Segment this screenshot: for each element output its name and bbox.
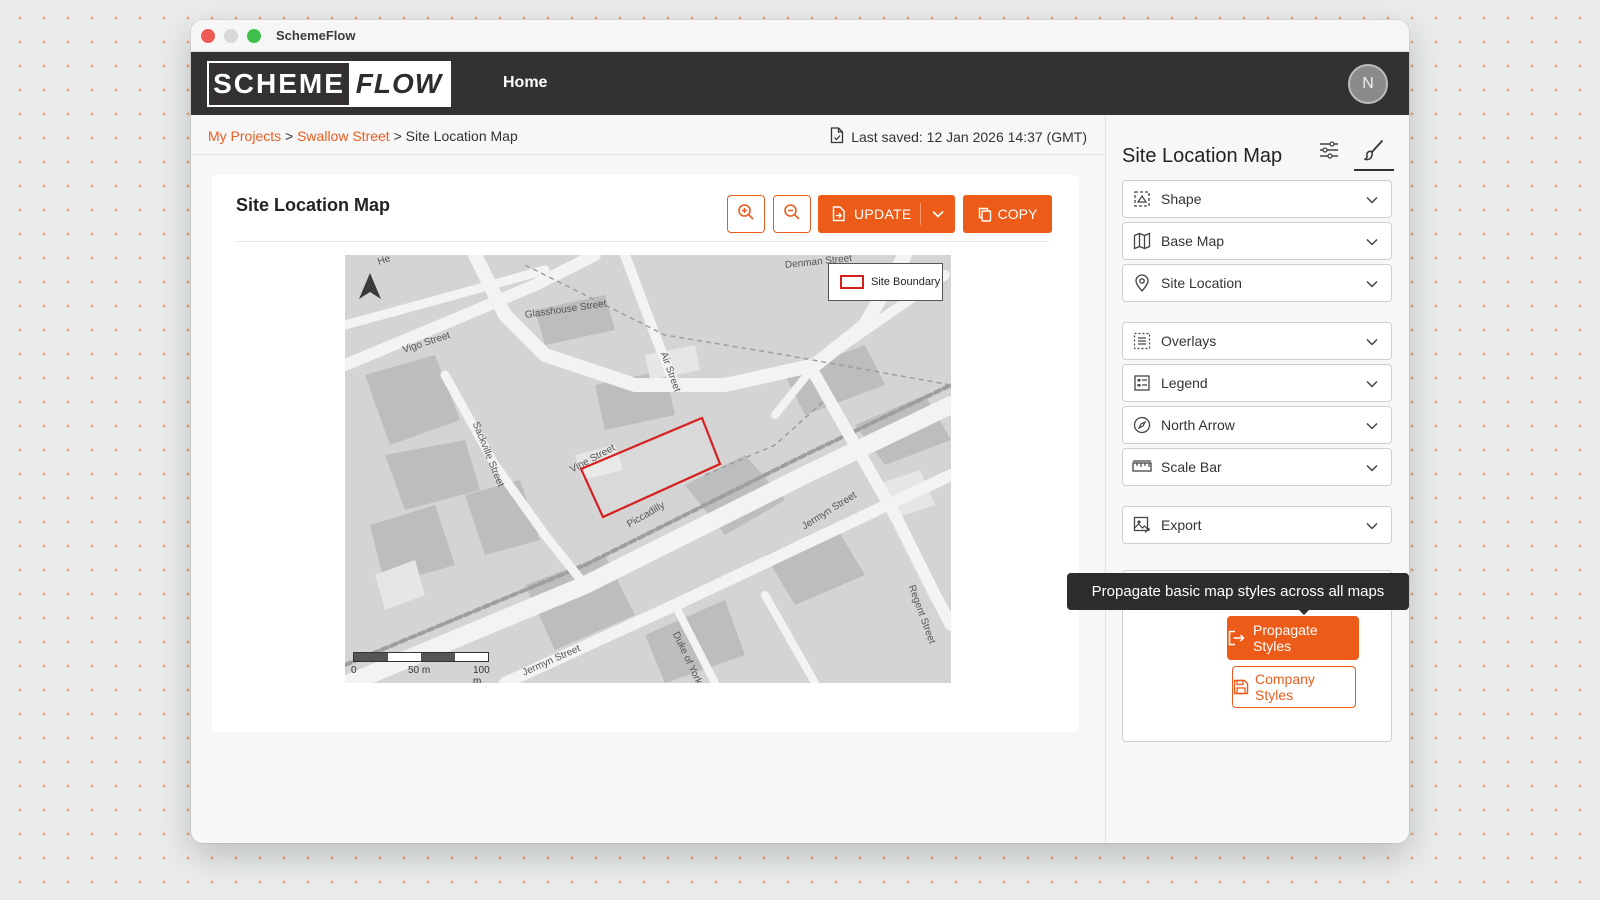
accordion-legend[interactable]: Legend [1122, 364, 1392, 402]
user-avatar[interactable]: N [1348, 64, 1388, 104]
accordion-scale-bar[interactable]: Scale Bar [1122, 448, 1392, 486]
chevron-down-icon [1365, 277, 1379, 296]
scale-label-0: 0 [351, 665, 357, 676]
nav-home-link[interactable]: Home [503, 74, 547, 92]
propagate-icon [1227, 630, 1245, 646]
accordion-shape[interactable]: Shape [1122, 180, 1392, 218]
ruler-icon [1132, 457, 1152, 477]
tooltip-arrow [1298, 609, 1310, 615]
sliders-icon [1319, 140, 1339, 164]
company-styles-button[interactable]: Company Styles [1232, 666, 1356, 708]
accordion-site-location[interactable]: Site Location [1122, 264, 1392, 302]
accordion-label: Export [1161, 517, 1202, 533]
propagate-styles-button[interactable]: Propagate Styles [1227, 616, 1359, 660]
app-window: SchemeFlow SCHEME FLOW Home N My Project… [191, 20, 1409, 843]
last-saved-text: Last saved: 12 Jan 2026 14:37 (GMT) [851, 129, 1087, 145]
site-boundary-swatch [840, 275, 864, 289]
map-base-layer [345, 255, 951, 683]
image-export-icon [1132, 515, 1152, 535]
accordion-overlays[interactable]: Overlays [1122, 322, 1392, 360]
maximize-window-button[interactable] [247, 29, 261, 43]
compass-icon [1132, 415, 1152, 435]
chevron-down-icon [1365, 461, 1379, 480]
title-bar: SchemeFlow [191, 20, 1409, 52]
breadcrumb-my-projects[interactable]: My Projects [208, 128, 281, 144]
scale-bar: 0 50 m 100 m [351, 652, 493, 683]
breadcrumb-separator: > [393, 128, 402, 144]
company-styles-label: Company Styles [1255, 671, 1315, 703]
document-icon [830, 127, 844, 147]
last-saved-status: Last saved: 12 Jan 2026 14:37 (GMT) [830, 127, 1087, 147]
scale-label-50: 50 m [408, 665, 431, 676]
update-button-divider [920, 203, 921, 225]
panel-title: Site Location Map [1122, 145, 1283, 167]
copy-button[interactable]: COPY [963, 195, 1052, 233]
accordion-label: Scale Bar [1161, 459, 1222, 475]
copy-icon [978, 207, 992, 222]
breadcrumb-swallow-street[interactable]: Swallow Street [297, 128, 390, 144]
propagate-styles-label: Propagate Styles [1253, 622, 1318, 654]
propagate-styles-tooltip: Propagate basic map styles across all ma… [1067, 573, 1409, 610]
chevron-down-icon [1365, 519, 1379, 538]
location-pin-icon [1132, 273, 1152, 293]
breadcrumb-current: Site Location Map [405, 128, 518, 144]
file-export-icon [832, 206, 846, 222]
logo-text-scheme: SCHEME [209, 63, 349, 105]
save-icon [1233, 679, 1249, 695]
update-button-label: UPDATE [854, 206, 912, 222]
window-title: SchemeFlow [276, 28, 356, 43]
map-icon [1132, 231, 1152, 251]
minimize-window-button[interactable] [224, 29, 238, 43]
accordion-label: Legend [1161, 375, 1208, 391]
scale-label-100: 100 m [473, 665, 490, 683]
styles-tab[interactable] [1354, 135, 1394, 171]
chevron-down-icon [1365, 377, 1379, 396]
zoom-out-button[interactable] [773, 195, 811, 233]
shape-icon [1132, 189, 1152, 209]
update-dropdown-chevron-icon[interactable] [931, 207, 945, 224]
scale-bar-segments [353, 652, 489, 662]
breadcrumb-bar: My Projects > Swallow Street > Site Loca… [191, 115, 1105, 155]
accordion-label: Overlays [1161, 333, 1217, 349]
close-window-button[interactable] [201, 29, 215, 43]
chevron-down-icon [1365, 235, 1379, 254]
map-legend: Site Boundary [828, 263, 943, 301]
legend-label: Site Boundary [871, 276, 941, 288]
accordion-label: Base Map [1161, 233, 1225, 249]
accordion-label: North Arrow [1161, 417, 1235, 433]
zoom-in-icon [737, 203, 755, 226]
schemeflow-logo[interactable]: SCHEME FLOW [207, 61, 451, 107]
update-button[interactable]: UPDATE [818, 195, 955, 233]
chevron-down-icon [1365, 335, 1379, 354]
accordion-base-map[interactable]: Base Map [1122, 222, 1392, 260]
accordion-label: Shape [1161, 191, 1202, 207]
settings-tab[interactable] [1314, 137, 1344, 167]
map-card-title: Site Location Map [236, 195, 391, 215]
app-header: SCHEME FLOW Home N [191, 52, 1409, 115]
legend-icon [1132, 373, 1152, 393]
chevron-down-icon [1365, 193, 1379, 212]
zoom-out-icon [783, 203, 801, 226]
card-divider [236, 241, 1049, 242]
accordion-export[interactable]: Export [1122, 506, 1392, 544]
breadcrumb-separator: > [285, 128, 294, 144]
zoom-in-button[interactable] [727, 195, 765, 233]
accordion-north-arrow[interactable]: North Arrow [1122, 406, 1392, 444]
copy-button-label: COPY [997, 206, 1038, 222]
brush-icon [1363, 139, 1385, 166]
logo-text-flow: FLOW [349, 63, 449, 105]
site-location-map[interactable]: Glasshouse Street Denman Street Vigo Str… [345, 255, 951, 683]
breadcrumb: My Projects > Swallow Street > Site Loca… [208, 128, 518, 144]
map-card: Site Location Map UPDATE COPY Glasshouse… [212, 175, 1079, 732]
overlays-icon [1132, 331, 1152, 351]
style-panel: Site Location Map Shape Base Map Site Lo… [1105, 115, 1409, 843]
accordion-label: Site Location [1161, 275, 1242, 291]
chevron-down-icon [1365, 419, 1379, 438]
